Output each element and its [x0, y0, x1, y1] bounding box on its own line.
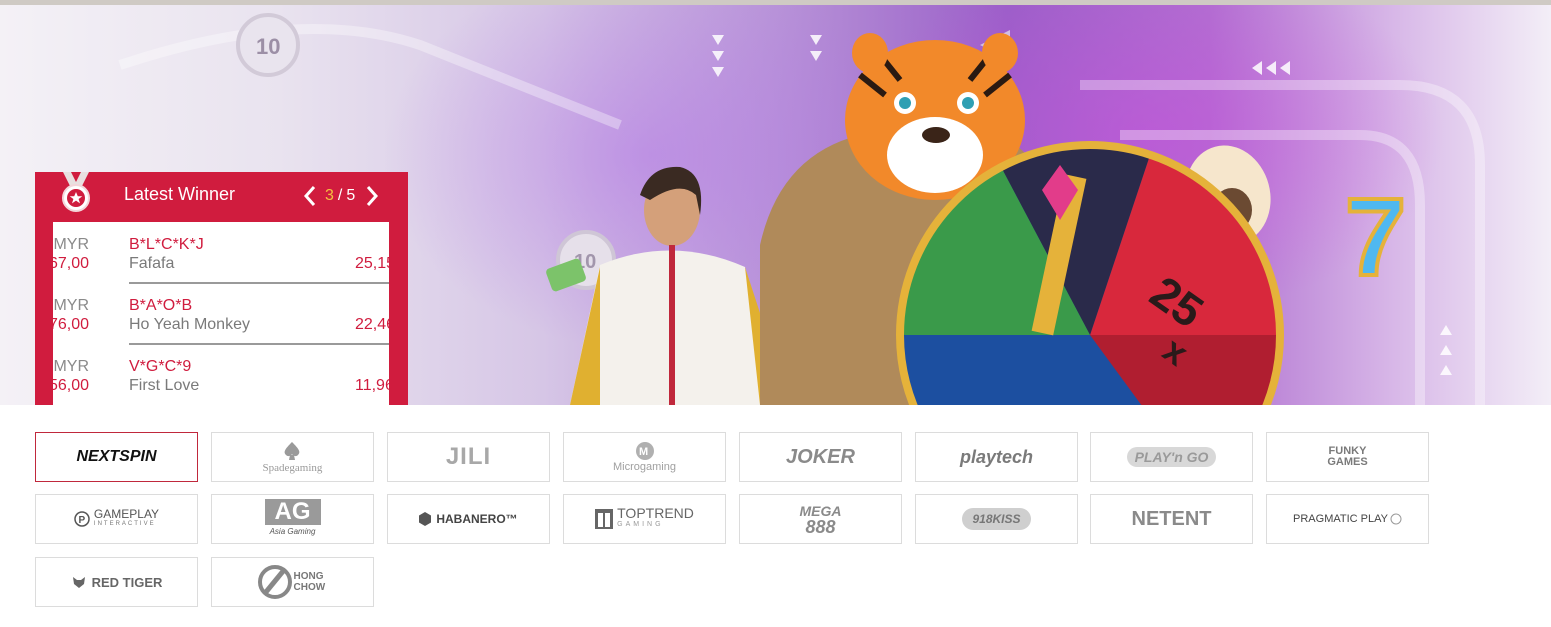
funkygames-logo: FUNKY GAMES: [1327, 445, 1368, 468]
toptrend-logo: TOPTREND: [617, 505, 694, 521]
hongchow-icon: [257, 565, 292, 599]
habanero-logo: HABANERO™: [436, 512, 518, 526]
winner-name: B*L*C*K*J: [129, 236, 204, 253]
coin-badge-top: 10: [236, 13, 300, 77]
spadegaming-logo: Spadegaming: [262, 462, 323, 474]
winner-bet-amount: 67,00: [53, 255, 89, 272]
winner-list: MYR 67,00 B*L*C*K*J Fafafa 25,15 MYR 76,…: [53, 222, 389, 405]
lucky-seven-icon: 7: [1343, 174, 1408, 301]
provider-tile-gameplay[interactable]: P GAMEPLAY INTERACTIVE: [35, 494, 198, 544]
toptrend-sub: GAMING: [617, 521, 664, 528]
provider-tile-asiagaming[interactable]: AG Asia Gaming: [211, 494, 374, 544]
svg-text:7: 7: [1345, 176, 1406, 299]
pager-separator: /: [337, 187, 343, 204]
provider-tile-918kiss[interactable]: 918KISS: [915, 494, 1078, 544]
next-arrow-icon[interactable]: [363, 184, 381, 208]
spade-icon: [285, 442, 300, 460]
provider-tile-netent[interactable]: NETENT: [1090, 494, 1253, 544]
provider-tile-joker[interactable]: JOKER: [739, 432, 902, 482]
gameplay-logo: GAMEPLAY: [93, 507, 160, 521]
winner-win-amount: 22,46: [355, 316, 389, 333]
nextspin-logo: NEXTSPIN: [76, 448, 157, 465]
svg-text:M: M: [639, 446, 648, 458]
hongchow-logo: HONG CHOW: [293, 571, 326, 593]
winner-currency: MYR: [53, 358, 89, 375]
redtiger-logo: RED TIGER: [91, 574, 163, 590]
mega888-sub: 888: [805, 517, 836, 537]
toptrend-icon: [595, 509, 614, 529]
provider-tile-nextspin[interactable]: NEXTSPIN: [35, 432, 198, 482]
918kiss-logo: 918KISS: [962, 508, 1031, 530]
redtiger-icon: [72, 577, 85, 588]
gameplay-icon: P: [74, 511, 90, 527]
latest-winner-panel: Latest Winner 3 / 5 MYR 67,00 B*L*C*K*J …: [35, 172, 408, 405]
provider-tile-redtiger[interactable]: RED TIGER: [35, 557, 198, 607]
winner-title: Latest Winner: [124, 184, 236, 204]
svg-text:P: P: [78, 515, 85, 526]
pragmatic-logo: PRAGMATIC PLAY: [1293, 513, 1388, 525]
winner-row: MYR 67,00 B*L*C*K*J Fafafa 25,15: [53, 222, 389, 284]
winner-bet-amount: 76,00: [53, 316, 89, 333]
pager-current: 3: [325, 187, 334, 204]
pager-total: 5: [346, 187, 356, 204]
gameplay-sub: INTERACTIVE: [93, 521, 156, 527]
joker-logo: JOKER: [786, 445, 855, 468]
asiagaming-sub: Asia Gaming: [269, 527, 316, 536]
winner-win-amount: 25,15: [355, 255, 389, 272]
asiagaming-logo: AG: [264, 499, 321, 525]
prev-arrow-icon[interactable]: [301, 184, 319, 208]
winner-currency: MYR: [53, 297, 89, 314]
netent-logo: NETENT: [1131, 507, 1212, 530]
pragmatic-icon: [1390, 513, 1402, 525]
provider-tile-habanero[interactable]: HABANERO™: [387, 494, 550, 544]
winner-bet-amount: 56,00: [53, 377, 89, 394]
provider-tile-jili[interactable]: JILI: [387, 432, 550, 482]
winner-game: First Love: [129, 377, 200, 394]
provider-tile-microgaming[interactable]: M Microgaming: [563, 432, 726, 482]
winner-name: B*A*O*B: [129, 297, 193, 314]
winner-currency: MYR: [53, 236, 89, 253]
winner-row: MYR 76,00 B*A*O*B Ho Yeah Monkey 22,46: [53, 283, 389, 345]
medal-icon: [62, 172, 90, 212]
provider-tile-pragmatic[interactable]: PRAGMATIC PLAY: [1266, 494, 1429, 544]
winner-win-amount: 11,96: [355, 377, 389, 394]
winner-row: MYR 56,00 V*G*C*9 First Love 11,96: [53, 344, 389, 405]
provider-tile-hongchow[interactable]: HONG CHOW: [211, 557, 374, 607]
winner-game: Fafafa: [129, 255, 175, 272]
habanero-icon: [419, 512, 432, 526]
provider-tile-spadegaming[interactable]: Spadegaming: [211, 432, 374, 482]
winner-pager: 3 / 5: [301, 184, 381, 208]
jili-logo: JILI: [445, 443, 492, 470]
microgaming-logo: Microgaming: [613, 461, 676, 473]
playtech-logo: playtech: [959, 446, 1034, 467]
winner-name: V*G*C*9: [129, 358, 192, 375]
provider-tile-funkygames[interactable]: FUNKY GAMES: [1266, 432, 1429, 482]
winner-header: Latest Winner 3 / 5: [35, 172, 408, 222]
playngo-logo: PLAY'n GO: [1126, 447, 1217, 467]
provider-tile-playtech[interactable]: playtech: [915, 432, 1078, 482]
winner-game: Ho Yeah Monkey: [129, 316, 250, 333]
svg-text:10: 10: [256, 34, 280, 59]
microgaming-icon: M: [635, 442, 654, 460]
provider-tile-mega888[interactable]: MEGA 888: [739, 494, 902, 544]
provider-tile-toptrend[interactable]: TOPTREND GAMING: [563, 494, 726, 544]
provider-tile-playngo[interactable]: PLAY'n GO: [1090, 432, 1253, 482]
